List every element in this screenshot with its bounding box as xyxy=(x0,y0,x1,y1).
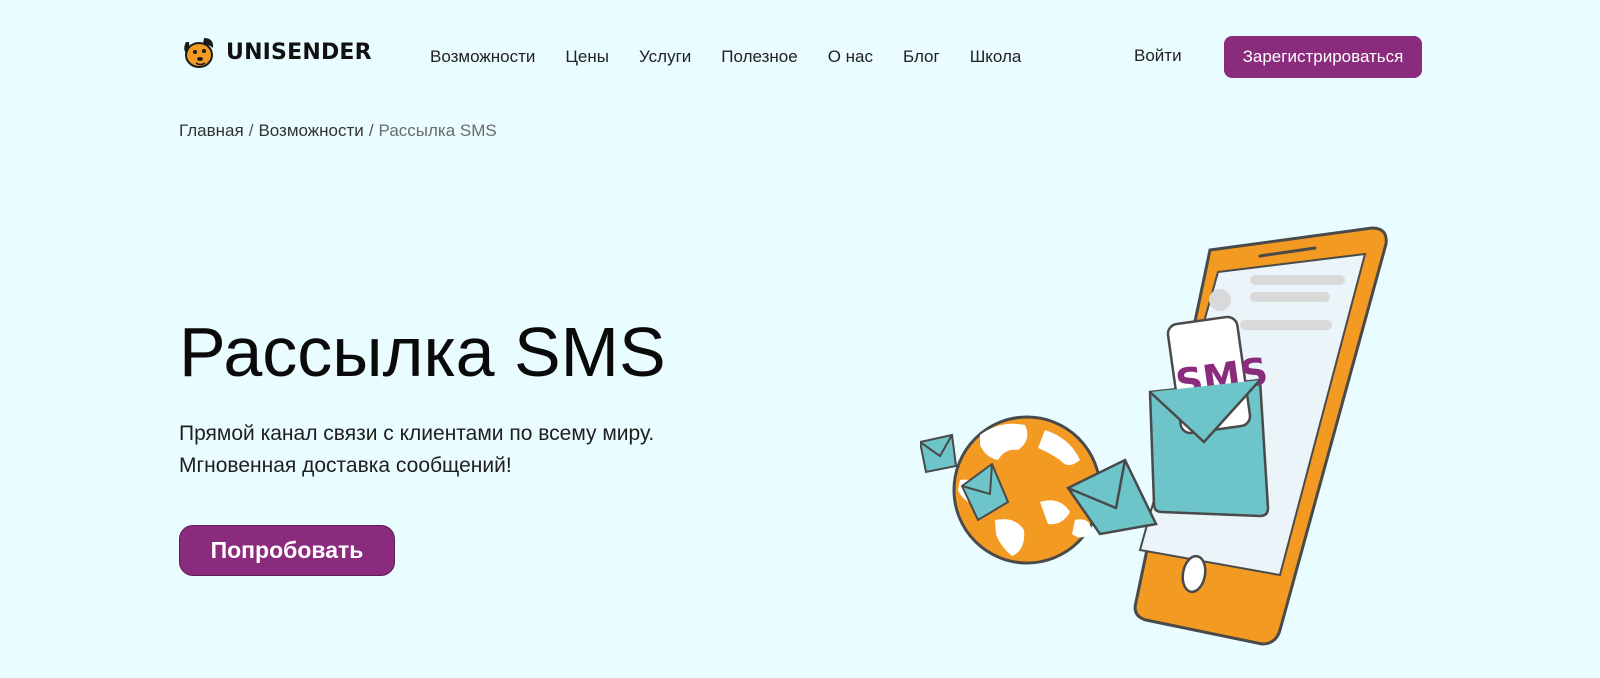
sms-illustration: SMS xyxy=(920,226,1388,646)
breadcrumb-separator: / xyxy=(368,121,374,140)
hero-subtitle-line: Прямой канал связи с клиентами по всему … xyxy=(179,422,655,445)
page-title: Рассылка SMS xyxy=(179,313,666,391)
breadcrumb: Главная / Возможности / Рассылка SMS xyxy=(179,121,497,141)
hero-subtitle-line: Мгновенная доставка сообщений! xyxy=(179,454,512,477)
nav-item-services[interactable]: Услуги xyxy=(639,47,691,67)
signup-button[interactable]: Зарегистрироваться xyxy=(1224,36,1422,78)
nav-item-about[interactable]: О нас xyxy=(828,47,873,67)
nav-item-school[interactable]: Школа xyxy=(970,47,1022,67)
nav-item-useful[interactable]: Полезное xyxy=(721,47,797,67)
breadcrumb-item-home[interactable]: Главная xyxy=(179,121,244,140)
site-header: UNISENDER Возможности Цены Услуги Полезн… xyxy=(0,0,1600,112)
breadcrumb-item-features[interactable]: Возможности xyxy=(258,121,363,140)
hero-subtitle: Прямой канал связи с клиентами по всему … xyxy=(179,418,654,482)
envelope-icon xyxy=(920,433,958,474)
logo-text: UNISENDER xyxy=(226,39,372,65)
logo[interactable]: UNISENDER xyxy=(178,32,372,72)
try-button[interactable]: Попробовать xyxy=(179,525,395,576)
dog-mascot-icon xyxy=(184,38,214,68)
breadcrumb-item-current: Рассылка SMS xyxy=(378,121,497,140)
main-nav: Возможности Цены Услуги Полезное О нас Б… xyxy=(430,46,1051,68)
nav-item-features[interactable]: Возможности xyxy=(430,47,535,67)
breadcrumb-separator: / xyxy=(248,121,254,140)
nav-item-prices[interactable]: Цены xyxy=(565,47,609,67)
login-link[interactable]: Войти xyxy=(1134,46,1182,66)
nav-item-blog[interactable]: Блог xyxy=(903,47,940,67)
